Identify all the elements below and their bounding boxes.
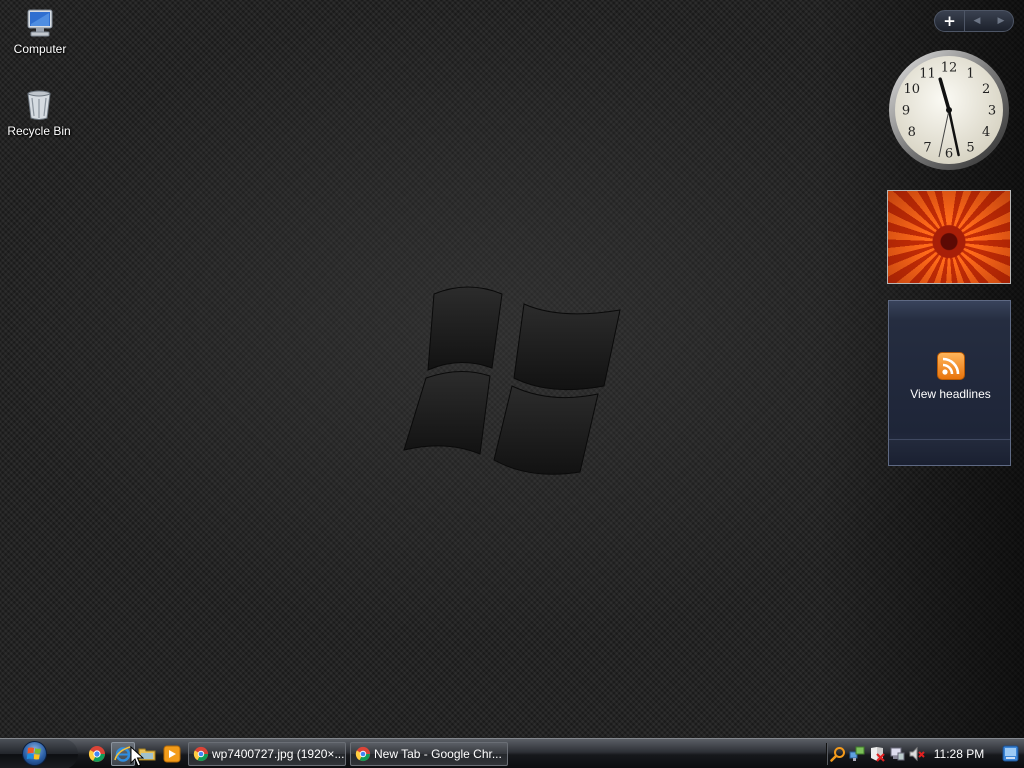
network-connection-icon[interactable] <box>889 746 905 762</box>
volume-muted-icon[interactable] <box>909 746 925 762</box>
desktop-icon-label: Recycle Bin <box>7 124 71 138</box>
chrome-icon <box>193 746 209 762</box>
security-alert-icon[interactable] <box>869 746 885 762</box>
feed-gadget-footer <box>889 439 1010 465</box>
computer-icon <box>27 9 53 37</box>
clock-numeral: 2 <box>982 82 990 97</box>
clock-numeral: 6 <box>945 147 953 162</box>
clock-numeral: 4 <box>982 125 990 140</box>
search-icon[interactable] <box>830 746 846 762</box>
mouse-cursor <box>130 746 144 767</box>
task-button-label: wp7400727.jpg (1920×... <box>212 747 345 761</box>
tray-separator <box>826 743 827 765</box>
clock-numeral: 8 <box>908 125 916 140</box>
slideshow-gadget[interactable] <box>887 190 1011 284</box>
recycle-bin-icon <box>27 90 51 120</box>
desktop-icon-recycle-bin[interactable]: Recycle Bin <box>1 88 77 138</box>
clock-numeral: 5 <box>966 141 974 156</box>
chrome-icon <box>355 746 371 762</box>
add-gadget-button[interactable]: + <box>935 11 965 31</box>
start-button[interactable] <box>0 739 78 768</box>
show-desktop-icon[interactable] <box>1002 745 1019 762</box>
sidebar-controls: + ◀ ▶ <box>934 10 1014 32</box>
previous-page-icon[interactable]: ◀ <box>965 16 989 26</box>
rss-icon <box>937 352 965 380</box>
clock-numeral: 10 <box>904 82 921 97</box>
clock-numeral: 9 <box>902 104 910 119</box>
desktop-icon-label: Computer <box>13 42 67 56</box>
task-button-label: New Tab - Google Chr... <box>374 747 502 761</box>
taskbar-clock[interactable]: 11:28 PM <box>926 747 992 761</box>
feed-headlines-gadget[interactable]: View headlines <box>888 300 1011 466</box>
view-headlines-button[interactable]: View headlines <box>889 387 1012 401</box>
clock-gadget[interactable]: 1234567891011 12 <box>887 48 1011 172</box>
next-page-icon[interactable]: ▶ <box>989 16 1013 26</box>
clock-numeral: 3 <box>988 104 996 119</box>
windows-logo-wallpaper <box>403 286 621 475</box>
taskbar: wp7400727.jpg (1920×... New Tab - Google… <box>0 738 1024 768</box>
clock-numeral: 7 <box>923 141 931 156</box>
task-button-image-viewer[interactable]: wp7400727.jpg (1920×... <box>188 742 346 766</box>
desktop-icon-computer[interactable]: Computer <box>2 6 78 56</box>
chrome-icon[interactable] <box>88 745 106 763</box>
task-button-new-tab[interactable]: New Tab - Google Chr... <box>350 742 508 766</box>
windows-start-icon <box>22 741 47 766</box>
clock-numeral: 12 <box>941 61 958 76</box>
clock-numeral: 1 <box>966 66 974 81</box>
clock-numeral: 11 <box>919 66 936 81</box>
media-player-icon[interactable] <box>163 745 181 763</box>
network-icon[interactable] <box>849 746 865 762</box>
